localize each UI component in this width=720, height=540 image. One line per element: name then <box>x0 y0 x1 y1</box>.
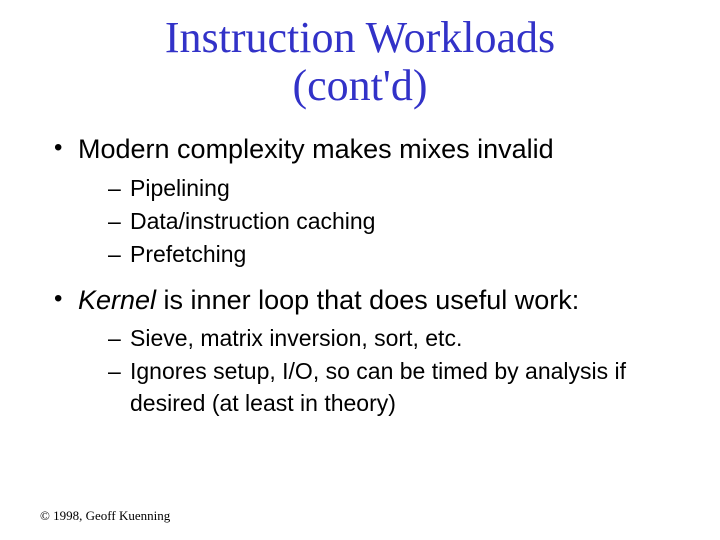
slide-title: Instruction Workloads (cont'd) <box>0 14 720 111</box>
bullet-2-rest: is inner loop that does useful work: <box>156 285 579 315</box>
bullet-2-italic: Kernel <box>78 285 156 315</box>
bullet-2-sub-1: Sieve, matrix inversion, sort, etc. <box>106 323 680 354</box>
bullet-1-sublist: Pipelining Data/instruction caching Pref… <box>106 173 680 270</box>
bullet-1-sub-1: Pipelining <box>106 173 680 204</box>
slide: Instruction Workloads (cont'd) Modern co… <box>0 14 720 540</box>
title-line-2: (cont'd) <box>293 61 428 110</box>
slide-content: Modern complexity makes mixes invalid Pi… <box>0 133 720 419</box>
bullet-2-sub-2: Ignores setup, I/O, so can be timed by a… <box>106 356 680 418</box>
bullet-list: Modern complexity makes mixes invalid Pi… <box>50 133 680 419</box>
bullet-1: Modern complexity makes mixes invalid Pi… <box>50 133 680 270</box>
bullet-1-sub-2: Data/instruction caching <box>106 206 680 237</box>
bullet-2-sublist: Sieve, matrix inversion, sort, etc. Igno… <box>106 323 680 418</box>
title-line-1: Instruction Workloads <box>165 13 555 62</box>
bullet-1-sub-3: Prefetching <box>106 239 680 270</box>
copyright-footer: © 1998, Geoff Kuenning <box>40 508 170 524</box>
bullet-1-text: Modern complexity makes mixes invalid <box>78 134 554 164</box>
bullet-2: Kernel is inner loop that does useful wo… <box>50 284 680 419</box>
